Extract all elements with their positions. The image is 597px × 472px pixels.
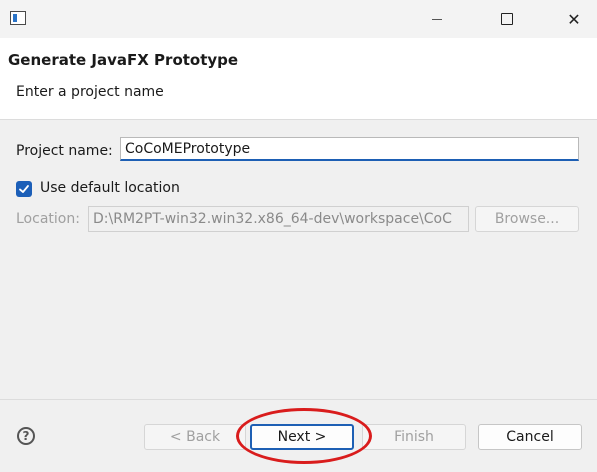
project-name-input[interactable] <box>120 137 579 161</box>
close-button[interactable]: ✕ <box>551 0 597 38</box>
finish-button[interactable]: Finish <box>362 424 466 450</box>
cancel-button[interactable]: Cancel <box>478 424 582 450</box>
project-name-label: Project name: <box>16 143 113 159</box>
location-input[interactable]: D:\RM2PT-win32.win32.x86_64-dev\workspac… <box>88 206 469 232</box>
location-label: Location: <box>16 211 80 227</box>
next-button[interactable]: Next > <box>250 424 354 450</box>
checkmark-icon <box>19 185 29 193</box>
help-icon[interactable]: ? <box>17 427 35 445</box>
close-icon: ✕ <box>567 9 581 29</box>
use-default-location-label[interactable]: Use default location <box>40 180 180 196</box>
maximize-icon <box>501 13 513 25</box>
wizard-body: Project name: Use default location Locat… <box>0 120 597 399</box>
use-default-location-checkbox[interactable] <box>16 181 32 197</box>
wizard-footer: ? < Back Next > Finish Cancel <box>0 400 597 472</box>
window-icon <box>10 11 26 25</box>
page-title: Generate JavaFX Prototype <box>8 51 239 69</box>
browse-button[interactable]: Browse... <box>475 206 579 232</box>
back-button[interactable]: < Back <box>144 424 246 450</box>
title-bar: ✕ <box>0 0 597 38</box>
maximize-button[interactable] <box>484 0 530 38</box>
minimize-button[interactable] <box>414 0 460 38</box>
wizard-header: Generate JavaFX Prototype Enter a projec… <box>0 38 597 119</box>
page-subtitle: Enter a project name <box>16 84 164 100</box>
minimize-icon <box>432 18 442 20</box>
